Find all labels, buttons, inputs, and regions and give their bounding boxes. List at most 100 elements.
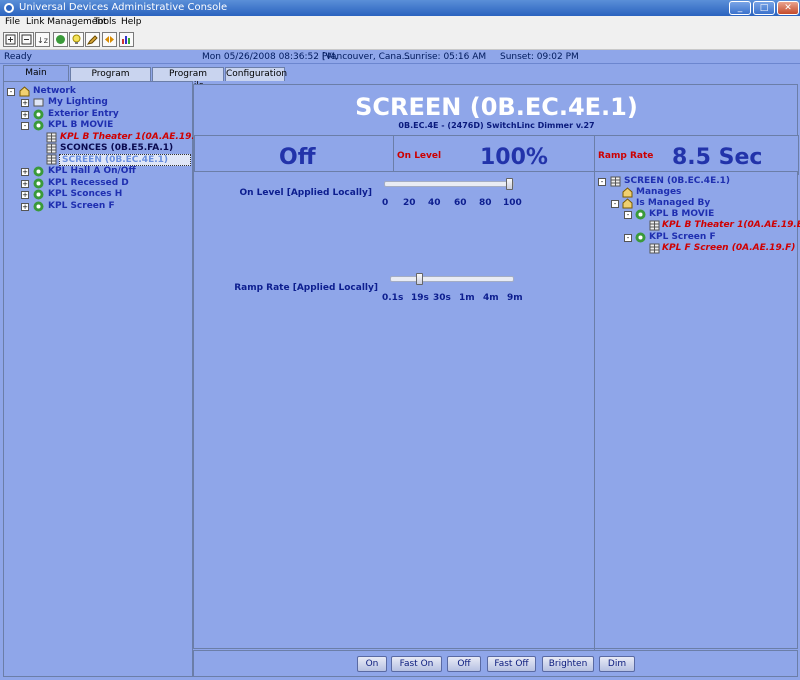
edit-icon[interactable] (85, 32, 100, 47)
collapse-icon[interactable]: - (598, 178, 606, 186)
window-title: Universal Devices Administrative Console (19, 2, 228, 13)
menu-bar: File Link Management Tools Help (0, 16, 800, 30)
off-button[interactable]: Off (447, 656, 481, 672)
scene-icon (33, 178, 44, 189)
menu-help[interactable]: Help (121, 17, 142, 27)
scene-icon (33, 120, 44, 131)
expand-all-icon[interactable] (3, 32, 18, 47)
ramp-rate-tick: 19s (411, 293, 429, 303)
collapse-icon[interactable]: - (21, 122, 29, 130)
expand-icon[interactable]: + (21, 191, 29, 199)
collapse-icon[interactable]: - (624, 234, 632, 242)
tree-item-kpl-screen-f[interactable]: + KPL Screen F (21, 201, 191, 213)
device-icon (46, 154, 57, 165)
tree-item-kpl-sconces-h[interactable]: + KPL Sconces H (21, 189, 191, 201)
status-sunrise: Sunrise: 05:16 AM (404, 52, 487, 62)
status-location: [Vancouver, Cana... (322, 52, 411, 62)
toolbar: ↓z (0, 30, 800, 50)
sort-icon[interactable]: ↓z (35, 32, 50, 47)
chart-icon[interactable] (119, 32, 134, 47)
ramp-rate-box: Ramp Rate 8.5 Sec (594, 135, 799, 175)
tab-program-summary[interactable]: Program Summary (70, 67, 151, 91)
scene-icon (33, 189, 44, 200)
dim-button[interactable]: Dim (599, 656, 635, 672)
on-level-tick: 40 (428, 198, 441, 208)
scene-icon (635, 232, 646, 243)
on-level-slider-thumb[interactable] (506, 178, 513, 190)
on-level-tick: 0 (382, 198, 389, 208)
ramp-rate-tick: 0.1s (382, 293, 404, 303)
device-status: Off (279, 145, 316, 170)
tab-bar: Main Program Summary Program Details Con… (0, 65, 800, 91)
status-box: Off (194, 135, 394, 175)
collapse-icon[interactable]: - (611, 200, 619, 208)
tab-configuration[interactable]: Configuration (225, 67, 287, 81)
scene-icon (635, 209, 646, 220)
on-level-value: 100% (480, 145, 548, 170)
ramp-rate-label: Ramp Rate (598, 151, 654, 161)
device-metrics: Off On Level 100% Ramp Rate 8.5 Sec (194, 135, 799, 175)
scene-icon (33, 109, 44, 120)
menu-file[interactable]: File (5, 17, 20, 27)
link-tree-item-kpl-b-theater[interactable]: KPL B Theater 1(0A.AE.19.B) (649, 220, 800, 232)
tab-main[interactable]: Main (3, 65, 69, 81)
on-level-tick: 100 (503, 198, 522, 208)
collapse-icon[interactable]: - (624, 211, 632, 219)
status-bar: Ready Mon 05/26/2008 08:36:52 PM, [Vanco… (0, 51, 800, 64)
scene-icon (33, 166, 44, 177)
on-level-tick: 60 (454, 198, 467, 208)
keypad-icon (649, 243, 660, 254)
title-bar: Universal Devices Administrative Console… (0, 0, 800, 16)
arrows-icon[interactable] (102, 32, 117, 47)
app-icon (4, 3, 14, 13)
on-level-slider[interactable] (384, 181, 514, 187)
svg-text:↓z: ↓z (37, 36, 48, 45)
expand-icon[interactable]: + (21, 111, 29, 119)
collapse-icon[interactable]: - (7, 88, 15, 96)
device-title: SCREEN (0B.EC.4E.1) (355, 93, 638, 121)
link-tree-item-kpl-f-screen[interactable]: KPL F Screen (0A.AE.19.F) (649, 243, 799, 255)
main-panel: SCREEN (0B.EC.4E.1) 0B.EC.4E - (2476D) S… (193, 81, 800, 680)
ramp-rate-slider[interactable] (390, 276, 514, 282)
device-content: On Level [Applied Locally] 0 20 40 60 80… (193, 171, 800, 650)
on-level-label: On Level (397, 151, 442, 161)
tree-item-screen[interactable]: SCREEN (0B.EC.4E.1) (46, 154, 192, 166)
ramp-rate-tick: 4m (483, 293, 499, 303)
house-icon (19, 86, 30, 97)
tree-item-my-lighting[interactable]: + My Lighting (21, 97, 191, 109)
fast-on-button[interactable]: Fast On (391, 656, 442, 672)
expand-icon[interactable]: + (21, 203, 29, 211)
minimize-button[interactable]: _ (729, 1, 751, 15)
tree-item-kpl-hall-a[interactable]: + KPL Hall A On/Off (21, 166, 191, 178)
device-icon (46, 143, 57, 154)
command-bar: On Fast On Off Fast Off Brighten Dim (193, 650, 798, 677)
menu-tools[interactable]: Tools (94, 17, 116, 27)
fast-off-button[interactable]: Fast Off (487, 656, 536, 672)
ramp-rate-tick: 30s (433, 293, 451, 303)
link-icon[interactable] (53, 32, 68, 47)
expand-icon[interactable]: + (21, 168, 29, 176)
scene-icon (33, 201, 44, 212)
on-level-slider-label: On Level [Applied Locally] (239, 188, 372, 198)
status-sunset: Sunset: 09:02 PM (500, 52, 579, 62)
status-datetime: Mon 05/26/2008 08:36:52 PM, (202, 52, 338, 62)
close-button[interactable]: ✕ (777, 1, 799, 15)
on-level-tick: 20 (403, 198, 416, 208)
bulb-icon[interactable] (69, 32, 84, 47)
ramp-rate-slider-thumb[interactable] (415, 273, 423, 285)
expand-icon[interactable]: + (21, 99, 29, 107)
expand-icon[interactable]: + (21, 180, 29, 188)
on-button[interactable]: On (357, 656, 387, 672)
brighten-button[interactable]: Brighten (542, 656, 594, 672)
tree-item-kpl-b-movie[interactable]: - KPL B MOVIE (21, 120, 191, 132)
links-tree: - SCREEN (0B.EC.4E.1) Manages - Is Manag… (594, 172, 800, 650)
device-icon (610, 176, 621, 187)
folder-icon (33, 98, 44, 107)
tab-program-details[interactable]: Program Details (152, 67, 224, 91)
house-icon (622, 198, 633, 209)
maximize-button[interactable]: □ (753, 1, 775, 15)
keypad-icon (649, 220, 660, 231)
on-level-box: On Level 100% (393, 135, 595, 175)
collapse-all-icon[interactable] (19, 32, 34, 47)
ramp-rate-value: 8.5 Sec (672, 145, 763, 170)
